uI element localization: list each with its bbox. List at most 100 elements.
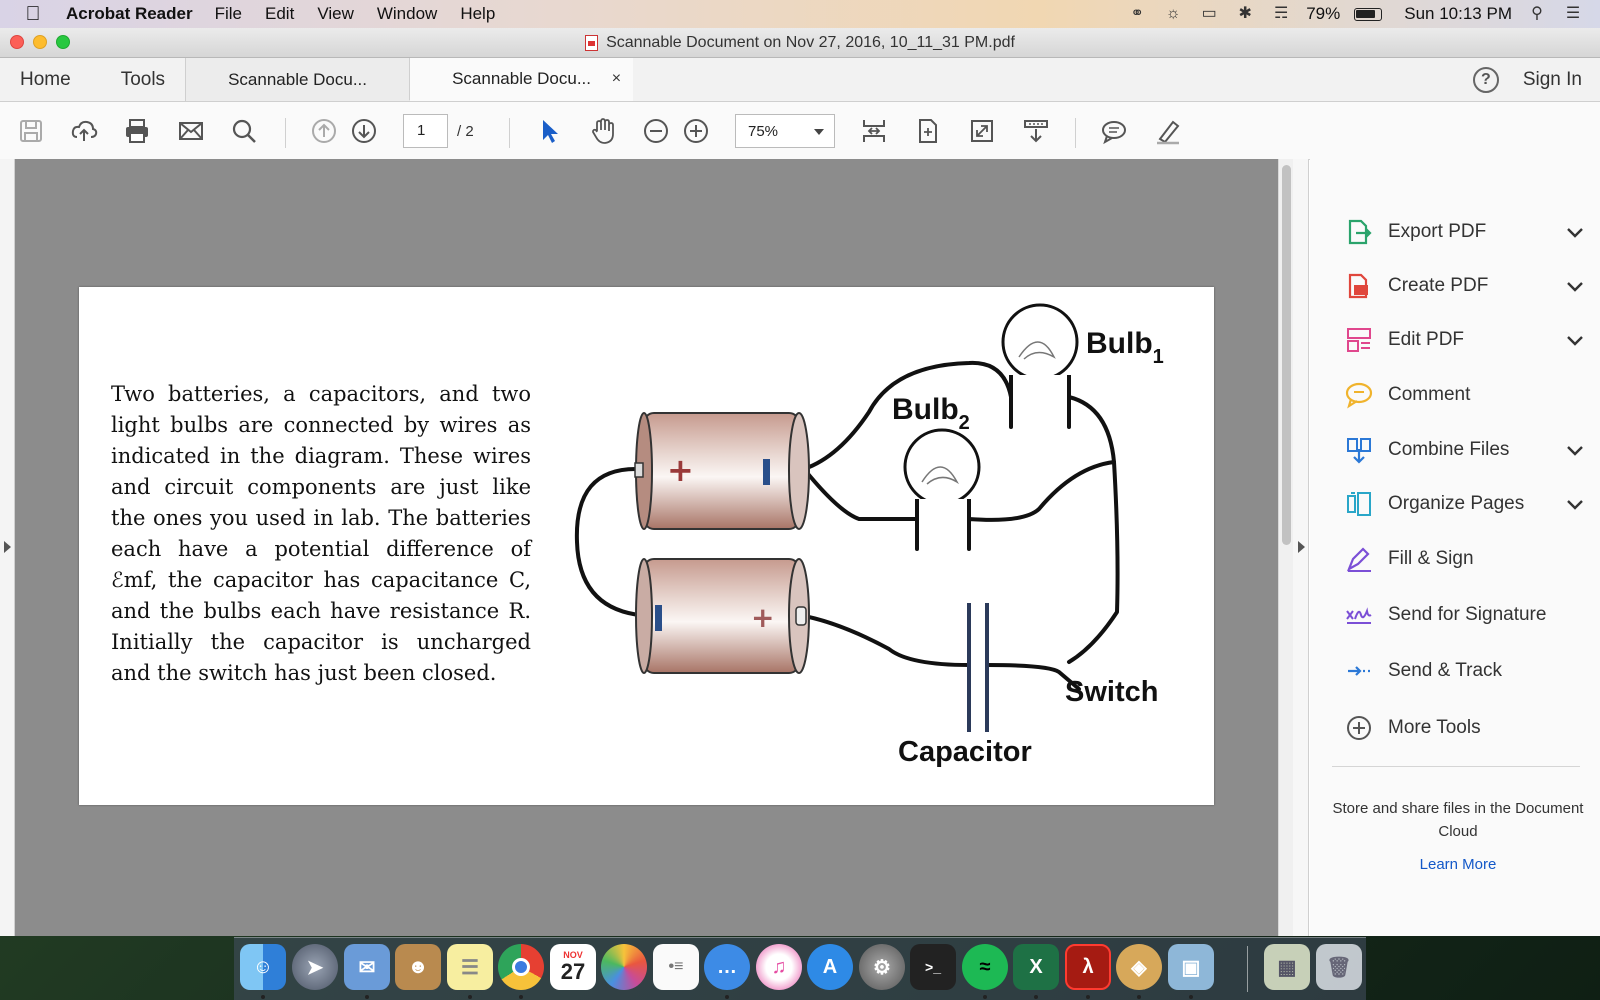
battery-top-plus: + <box>667 451 694 489</box>
tool-edit-pdf[interactable]: Edit PDF <box>1344 323 1584 357</box>
acrobat-reader-icon[interactable]: λ <box>1065 944 1111 990</box>
bluetooth-icon[interactable]: ✱ <box>1234 5 1256 23</box>
left-pane-toggle[interactable] <box>0 159 15 936</box>
calendar-day: 27 <box>560 959 586 984</box>
app-menu[interactable]: Acrobat Reader <box>66 4 193 24</box>
combine-files-icon <box>1344 435 1374 465</box>
tool-more-tools[interactable]: More Tools <box>1344 711 1584 745</box>
menu-view[interactable]: View <box>317 4 354 24</box>
zoom-in-icon[interactable] <box>680 115 712 147</box>
tool-export-pdf[interactable]: Export PDF <box>1344 215 1584 249</box>
contacts-icon[interactable]: ☻ <box>395 944 441 990</box>
running-indicator <box>1034 995 1038 999</box>
close-window-button[interactable] <box>10 35 24 49</box>
tool-create-pdf[interactable]: Create PDF <box>1344 269 1584 303</box>
itunes-icon[interactable]: ♫ <box>756 944 802 990</box>
search-icon[interactable] <box>228 115 260 147</box>
excel-icon[interactable]: X <box>1013 944 1059 990</box>
sign-in-link[interactable]: Sign In <box>1523 69 1582 91</box>
right-pane-toggle[interactable] <box>1293 159 1309 936</box>
chevron-down-icon[interactable] <box>1566 331 1584 353</box>
downloads-stack-icon[interactable]: ▦ <box>1264 944 1310 990</box>
chevron-down-icon[interactable] <box>1566 441 1584 463</box>
select-cursor-icon[interactable] <box>533 115 565 147</box>
battery-icon[interactable] <box>1354 7 1383 21</box>
clock[interactable]: Sun 10:13 PM <box>1404 4 1512 24</box>
document-tab-active[interactable]: Scannable Docu... × <box>409 58 634 101</box>
launchpad-icon[interactable]: ➤ <box>292 944 338 990</box>
page-number-input[interactable]: 1 <box>403 114 448 148</box>
previous-page-icon[interactable] <box>308 115 340 147</box>
close-tab-button[interactable]: × <box>612 70 621 88</box>
fit-width-icon[interactable] <box>858 115 890 147</box>
photos-icon[interactable] <box>601 944 647 990</box>
highlight-pen-icon[interactable] <box>1152 115 1184 147</box>
trash-icon[interactable]: 🗑 <box>1316 944 1362 990</box>
creative-cloud-icon[interactable]: ⚭ <box>1126 5 1148 23</box>
hand-tool-icon[interactable] <box>587 115 619 147</box>
comment-icon[interactable] <box>1098 115 1130 147</box>
notification-center-icon[interactable]: ☰ <box>1562 5 1584 23</box>
app-store-icon[interactable]: A <box>807 944 853 990</box>
tool-label: Comment <box>1388 384 1471 405</box>
art-app-icon[interactable]: ◈ <box>1116 944 1162 990</box>
wifi-icon[interactable]: ☴ <box>1270 5 1292 23</box>
tab-tools[interactable]: Tools <box>101 58 185 101</box>
help-icon[interactable]: ? <box>1472 67 1499 93</box>
airplay-icon[interactable]: ▭ <box>1198 5 1220 23</box>
vertical-scrollbar[interactable] <box>1278 159 1293 936</box>
tool-fill-sign[interactable]: Fill & Sign <box>1344 542 1584 576</box>
chevron-down-icon[interactable] <box>1566 495 1584 517</box>
mail-icon[interactable]: ✉ <box>344 944 390 990</box>
fit-page-icon[interactable] <box>912 115 944 147</box>
messages-icon[interactable]: … <box>704 944 750 990</box>
full-screen-icon[interactable] <box>966 115 998 147</box>
fullscreen-window-button[interactable] <box>56 35 70 49</box>
system-preferences-icon[interactable]: ⚙ <box>859 944 905 990</box>
tool-label: Send & Track <box>1388 660 1503 681</box>
document-viewer[interactable]: Two batteries, a capacitors, and two lig… <box>15 159 1278 936</box>
menu-edit[interactable]: Edit <box>265 4 294 24</box>
running-indicator <box>468 995 472 999</box>
tool-send-track[interactable]: Send & Track <box>1344 654 1584 688</box>
zoom-level-select[interactable]: 75% <box>735 114 835 148</box>
document-tab[interactable]: Scannable Docu... <box>185 58 410 101</box>
calendar-icon[interactable]: NOV 27 <box>550 944 596 990</box>
toolbar-separator <box>509 118 510 148</box>
save-icon[interactable] <box>15 115 47 147</box>
read-mode-icon[interactable] <box>1020 115 1052 147</box>
spotify-icon[interactable]: ≈ <box>962 944 1008 990</box>
finder-icon[interactable]: ☺ <box>240 944 286 990</box>
tool-comment[interactable]: Comment <box>1344 378 1584 412</box>
menu-help[interactable]: Help <box>460 4 495 24</box>
scrollbar-thumb[interactable] <box>1282 165 1291 545</box>
notes-icon[interactable]: ☰ <box>447 944 493 990</box>
zoom-out-icon[interactable] <box>640 115 672 147</box>
reminders-icon[interactable]: •≡ <box>653 944 699 990</box>
menu-window[interactable]: Window <box>377 4 437 24</box>
tool-label: Organize Pages <box>1388 493 1525 514</box>
tab-home[interactable]: Home <box>0 58 101 101</box>
preview-icon[interactable]: ▣ <box>1168 944 1214 990</box>
send-track-icon <box>1344 656 1374 686</box>
chevron-down-icon[interactable] <box>1566 223 1584 245</box>
print-icon[interactable] <box>121 115 153 147</box>
next-page-icon[interactable] <box>348 115 380 147</box>
chrome-icon[interactable] <box>498 944 544 990</box>
terminal-icon[interactable]: >_ <box>910 944 956 990</box>
sync-icon[interactable]: ☼ <box>1162 5 1184 23</box>
dock-separator <box>1247 946 1248 992</box>
spotlight-search-icon[interactable]: ⚲ <box>1526 5 1548 23</box>
menu-file[interactable]: File <box>215 4 242 24</box>
more-tools-icon <box>1344 713 1374 743</box>
tool-organize-pages[interactable]: Organize Pages <box>1344 487 1584 521</box>
minimize-window-button[interactable] <box>33 35 47 49</box>
chevron-down-icon[interactable] <box>1566 277 1584 299</box>
cut-off-text <box>109 791 359 805</box>
tool-combine-files[interactable]: Combine Files <box>1344 433 1584 467</box>
apple-menu-icon[interactable]:  <box>0 3 66 26</box>
email-icon[interactable] <box>175 115 207 147</box>
tool-send-for-signature[interactable]: Send for Signature <box>1344 598 1584 632</box>
learn-more-link[interactable]: Learn More <box>1330 856 1586 873</box>
upload-cloud-icon[interactable] <box>68 115 100 147</box>
